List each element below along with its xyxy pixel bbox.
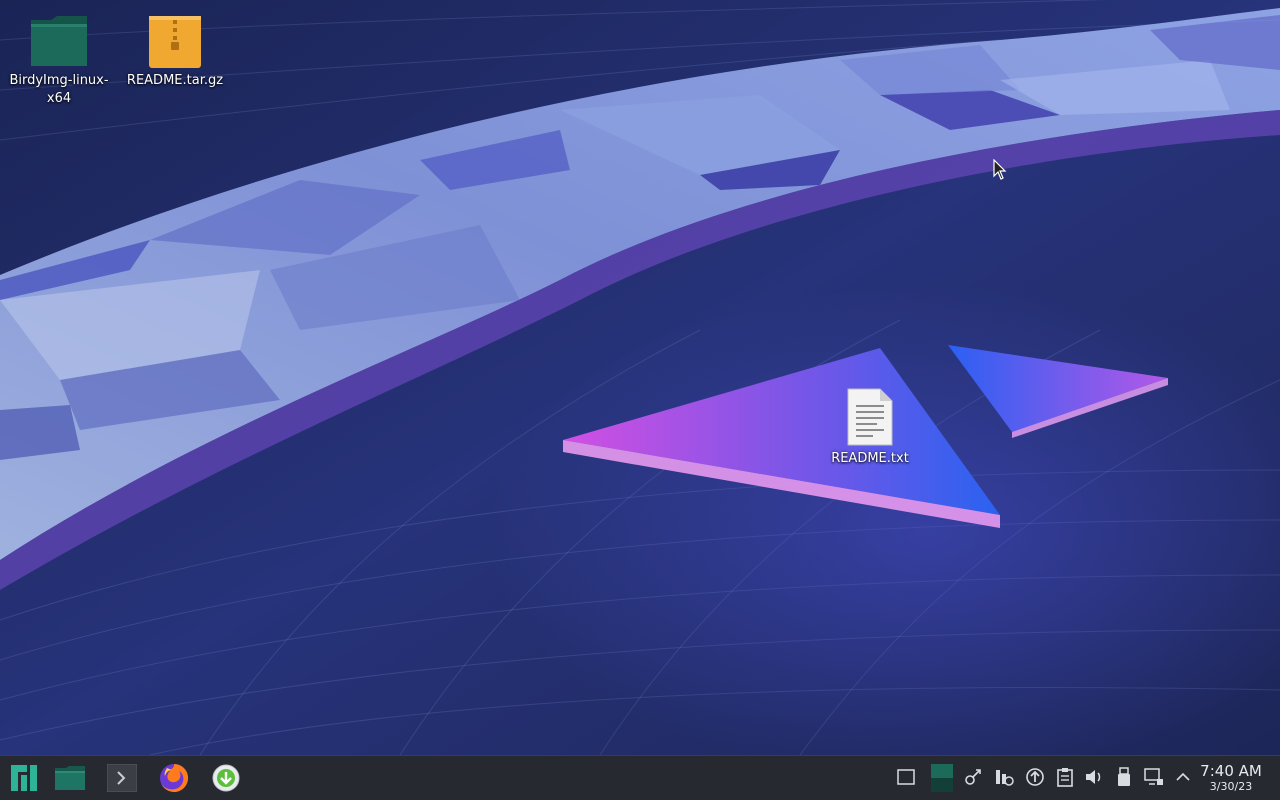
taskbar: 7:40 AM 3/30/23 <box>0 755 1280 800</box>
activity-icon <box>996 770 1014 786</box>
digital-clock[interactable]: 7:40 AM 3/30/23 <box>1196 762 1266 794</box>
desktop-icon-readme-txt[interactable]: README.txt <box>815 388 925 468</box>
folder-icon <box>31 16 87 66</box>
firefox-icon <box>160 763 189 792</box>
network-icon <box>1144 768 1163 785</box>
terminal-launcher[interactable] <box>100 756 144 800</box>
usb-device-button[interactable] <box>1113 766 1135 788</box>
clipboard-button[interactable] <box>1054 766 1076 788</box>
clock-date: 3/30/23 <box>1209 780 1253 793</box>
application-menu-button[interactable] <box>2 756 46 800</box>
text-file-icon <box>847 388 893 446</box>
firefox-launcher[interactable] <box>152 756 196 800</box>
update-icon <box>1026 768 1044 786</box>
usb-device-icon <box>1118 767 1130 786</box>
archive-icon <box>149 16 201 68</box>
desktop-icon-label: README.tar.gz <box>126 73 224 88</box>
pager-button[interactable] <box>931 764 953 792</box>
activity-button[interactable] <box>993 766 1015 788</box>
desktop-icon-readme-archive[interactable]: README.tar.gz <box>120 16 230 90</box>
clipboard-icon <box>1057 768 1073 787</box>
downloader-launcher[interactable] <box>204 756 248 800</box>
clock-time: 7:40 AM <box>1200 762 1262 780</box>
file-manager-icon <box>55 766 85 790</box>
desktop-icon-label: README.txt <box>831 451 909 466</box>
kde-connect-icon <box>965 769 981 785</box>
show-desktop-button[interactable] <box>895 766 917 788</box>
volume-button[interactable] <box>1083 766 1105 788</box>
kde-connect-button[interactable] <box>963 766 985 788</box>
desktop-icon-label: BirdyImg-linux-x64 <box>9 73 109 106</box>
pager-icon <box>931 764 953 792</box>
desktop-wallpaper <box>0 0 1280 755</box>
mouse-pointer-icon <box>993 159 1007 180</box>
file-manager-launcher[interactable] <box>48 756 92 800</box>
update-button[interactable] <box>1024 766 1046 788</box>
manjaro-menu-icon <box>11 765 37 791</box>
volume-icon <box>1086 770 1101 784</box>
terminal-icon <box>107 764 137 792</box>
downloader-icon <box>212 764 240 792</box>
desktop-icon-birdyimg[interactable]: BirdyImg-linux-x64 <box>4 12 114 108</box>
expand-tray-button[interactable] <box>1172 766 1194 788</box>
network-button[interactable] <box>1143 766 1165 788</box>
show-desktop-icon <box>897 769 915 785</box>
expand-tray-icon <box>1176 772 1190 781</box>
